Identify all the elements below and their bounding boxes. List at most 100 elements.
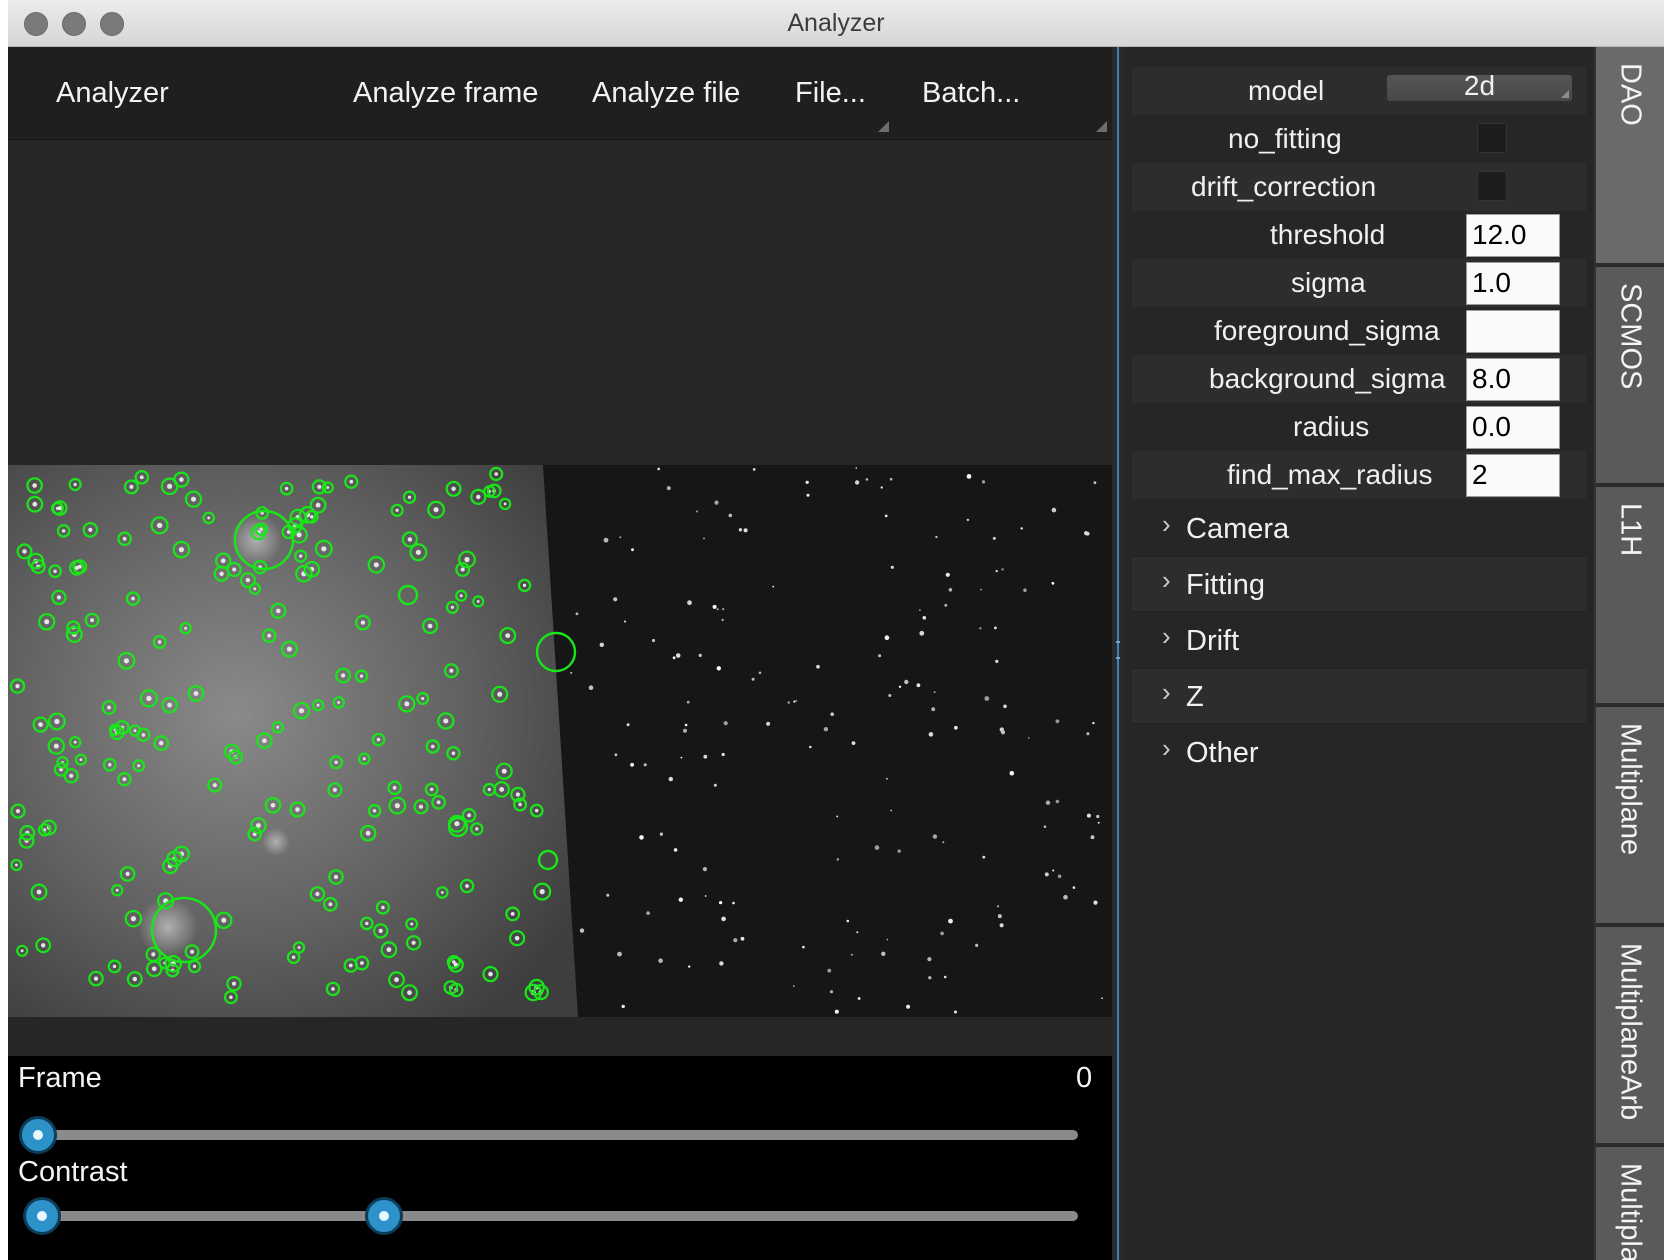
bright-spot [443,718,449,724]
bright-spot [299,554,303,558]
bright-spot [440,891,444,894]
analyze-file-button[interactable]: Analyze file [592,77,740,110]
bright-spot [299,708,304,714]
bright-spot [122,536,127,541]
file-menu-button[interactable]: File... [795,77,866,110]
frame-slider-handle[interactable] [19,1116,57,1154]
bright-spot [32,501,38,507]
sigma-label: sigma [1291,267,1366,298]
bright-spot [415,549,421,555]
spot [721,916,726,922]
spot [851,741,856,745]
spot [719,901,723,905]
bright-spot [392,785,397,790]
splitter-grip-icon[interactable] [1116,641,1120,659]
bright-spot [295,807,300,812]
spot [1051,507,1057,513]
bright-spot [130,916,136,922]
chevron-right-icon: › [1162,677,1171,707]
contrast-high-handle[interactable] [364,1197,403,1235]
threshold-input[interactable]: 12.0 [1466,214,1560,257]
bright-spot [433,507,439,513]
bright-spot [315,891,320,897]
analyze-frame-button[interactable]: Analyze frame [353,77,538,110]
spot [928,732,934,737]
group-camera[interactable]: › Camera [1132,501,1586,556]
group-other[interactable]: › Other [1132,725,1586,780]
spot [659,832,664,836]
bright-spot [179,477,184,482]
bright-spot [137,764,141,768]
radius-input[interactable]: 0.0 [1466,406,1560,449]
spot [975,943,979,947]
spot [919,609,921,612]
spot [793,985,795,987]
bright-spot [365,830,371,836]
drift-correction-checkbox[interactable] [1477,171,1507,201]
spot [984,696,990,701]
tab-multiplane[interactable]: Multiplane [1594,707,1664,927]
contrast-low-handle[interactable] [23,1197,61,1235]
image-viewer[interactable] [8,140,1112,1056]
spot [889,477,893,481]
frame-slider-track[interactable] [38,1130,1078,1140]
spot [906,1004,911,1009]
spot [658,958,663,963]
foreground-sigma-input[interactable] [1466,310,1560,353]
analyzer-type-tabs: DAO SCMOS L1H Multiplane MultiplaneArb M… [1594,47,1664,1260]
group-fitting[interactable]: › Fitting [1132,557,1586,612]
spot [721,618,724,621]
sigma-input[interactable]: 1.0 [1466,262,1560,305]
tab-scmos-label: SCMOS [1614,283,1647,390]
tab-l1h[interactable]: L1H [1594,487,1664,707]
tab-scmos[interactable]: SCMOS [1594,267,1664,487]
tab-multiplane-2[interactable]: Multipla [1594,1147,1664,1260]
batch-menu-indicator-icon [1096,121,1107,132]
spot [931,707,936,712]
find-max-radius-label: find_max_radius [1227,459,1433,490]
spot [884,635,890,640]
group-z[interactable]: › Z [1132,669,1586,724]
spot [836,858,840,861]
spot [752,468,756,471]
background-sigma-input[interactable]: 8.0 [1466,358,1560,401]
spot [878,654,882,658]
bright-spot [253,587,257,591]
spot [738,528,743,532]
spot [599,642,604,647]
spot [673,848,678,852]
bright-spot [451,486,456,491]
bright-spot [494,472,499,476]
contrast-slider-track[interactable] [42,1211,1078,1221]
bright-spot [297,946,301,949]
bright-spot [539,889,545,895]
parameter-panel: model 2d no_fitting drift_correction thr… [1124,47,1594,1260]
spot [719,961,724,966]
bright-spot [270,803,276,808]
spot [728,513,733,518]
spot [795,699,798,702]
spot [698,653,702,657]
spot [675,653,681,658]
tab-multiplanearb[interactable]: MultiplaneArb [1594,927,1664,1147]
bright-spot [115,888,119,892]
bright-spot [454,821,460,827]
spot [680,756,683,759]
bright-spot [167,702,173,708]
microscopy-image[interactable] [8,465,1112,1017]
batch-menu-button[interactable]: Batch... [922,77,1020,110]
spot [999,923,1004,928]
param-row-find-max-radius: find_max_radius 2 [1132,451,1586,499]
no-fitting-checkbox[interactable] [1477,123,1507,153]
spot [1028,737,1030,739]
bright-spot [41,943,46,948]
spot [1023,588,1027,592]
group-drift[interactable]: › Drift [1132,613,1586,668]
spot [651,638,656,643]
tab-dao[interactable]: DAO [1594,47,1664,267]
panel-splitter[interactable] [1112,47,1124,1260]
spot [823,727,829,732]
find-max-radius-input[interactable]: 2 [1466,454,1560,497]
bright-spot [90,618,94,623]
model-combobox[interactable]: 2d [1387,70,1572,101]
